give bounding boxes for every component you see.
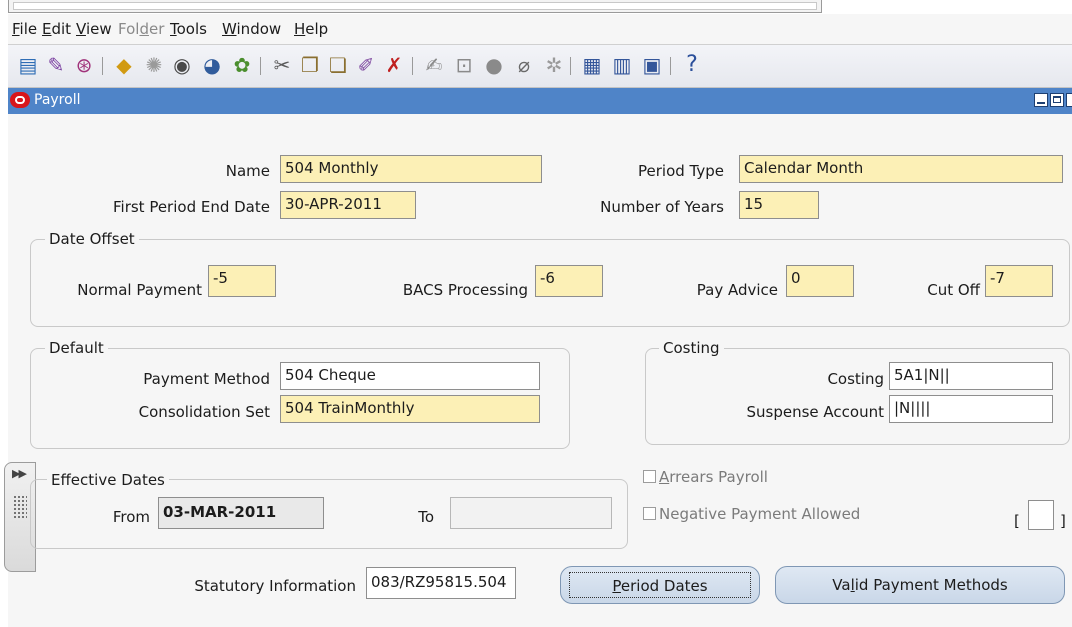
translations-icon: ● [485, 53, 503, 77]
minimize-icon[interactable] [1034, 93, 1048, 107]
statutory-information-label: Statutory Information [194, 577, 356, 595]
consolidation-set-field[interactable]: 504 TrainMonthly [280, 395, 540, 423]
next-step-icon: ✺ [145, 53, 163, 77]
negative-payment-allowed-checkbox[interactable]: Negative Payment Allowed [643, 505, 860, 523]
menu-edit[interactable]: Edit [42, 20, 71, 38]
background-window-frame [8, 0, 822, 13]
menu-help[interactable]: Help [294, 20, 328, 38]
copy-icon[interactable]: ❐ [298, 53, 322, 77]
help-icon[interactable]: ? [680, 53, 704, 77]
checkbox-icon [643, 507, 656, 520]
date-offset-title: Date Offset [45, 230, 139, 248]
statutory-information-field[interactable]: 083/RZ95815.504 [366, 567, 516, 599]
navigator-icon[interactable]: ⊛ [72, 53, 96, 77]
menu-file[interactable]: File [12, 20, 37, 38]
clear-record-icon[interactable]: ✐ [354, 53, 378, 77]
from-field[interactable]: 03-MAR-2011 [158, 497, 324, 529]
expand-icon: ▶▶ [12, 467, 27, 480]
oracle-logo-icon [10, 92, 30, 108]
arrears-payroll-checkbox[interactable]: Arrears Payroll [643, 468, 768, 486]
delete-record-icon[interactable]: ✗ [382, 53, 406, 77]
bacs-processing-label: BACS Processing [402, 281, 528, 299]
switch-responsibility-icon[interactable]: ✿ [230, 53, 254, 77]
menu-window[interactable]: Window [222, 20, 281, 38]
normal-payment-field[interactable]: -5 [208, 265, 276, 297]
save-icon[interactable]: ◆ [112, 53, 136, 77]
summary-icon[interactable]: ▣ [640, 53, 664, 77]
to-label: To [418, 508, 434, 526]
suspense-account-label: Suspense Account [746, 403, 884, 421]
costing-title: Costing [659, 339, 724, 357]
grip-icon [13, 495, 27, 519]
calendar-alt-icon[interactable]: ▥ [610, 53, 634, 77]
effective-dates-title: Effective Dates [47, 471, 169, 489]
to-field[interactable] [450, 497, 612, 529]
default-title: Default [45, 339, 108, 357]
close-icon[interactable] [1066, 93, 1072, 107]
number-of-years-field[interactable]: 15 [739, 191, 819, 219]
zoom-icon: ⊡ [455, 53, 473, 77]
descriptive-flexfield[interactable] [1028, 500, 1054, 530]
print-icon[interactable]: ◉ [170, 53, 194, 77]
name-label: Name [225, 162, 270, 180]
payment-method-label: Payment Method [143, 370, 270, 388]
number-of-years-label: Number of Years [600, 198, 724, 216]
background-window-strip [0, 0, 1072, 14]
bacs-processing-field[interactable]: -6 [535, 265, 603, 297]
new-record-icon[interactable]: ▤ [16, 53, 40, 77]
menu-bar: File Edit View Folder Tools Window Help [8, 14, 1072, 44]
first-period-end-date-field[interactable]: 30-APR-2011 [280, 191, 416, 219]
attachments-icon[interactable]: ⌀ [512, 53, 536, 77]
dff-close-bracket: ] [1060, 512, 1066, 530]
costing-field[interactable]: 5A1|N|| [889, 362, 1053, 390]
costing-label: Costing [827, 370, 884, 388]
period-type-label: Period Type [638, 162, 724, 180]
consolidation-set-label: Consolidation Set [138, 403, 270, 421]
close-form-icon[interactable]: ◕ [200, 53, 224, 77]
checkbox-icon [643, 470, 656, 483]
menu-tools[interactable]: Tools [170, 20, 207, 38]
cut-off-field[interactable]: -7 [985, 265, 1053, 297]
valid-payment-methods-button[interactable]: Valid Payment Methods [775, 566, 1065, 604]
dff-open-bracket: [ [1014, 512, 1020, 530]
cut-off-label: Cut Off [927, 281, 980, 299]
name-field[interactable]: 504 Monthly [280, 155, 542, 183]
calendar-icon[interactable]: ▦ [580, 53, 604, 77]
period-dates-button[interactable]: Period Dates [560, 566, 760, 604]
suspense-account-field[interactable]: |N|||| [889, 395, 1053, 423]
payment-method-field[interactable]: 504 Cheque [280, 362, 540, 390]
from-label: From [112, 508, 150, 526]
window-title: Payroll [34, 92, 81, 108]
window-title-bar: Payroll [8, 88, 1072, 114]
cut-icon[interactable]: ✂ [270, 53, 294, 77]
maximize-icon[interactable] [1050, 93, 1064, 107]
period-type-field[interactable]: Calendar Month [739, 155, 1063, 183]
menu-folder: Folder [118, 20, 165, 38]
find-icon[interactable]: ✎ [44, 53, 68, 77]
toolbar: ▤ ✎ ⊛ ◆ ✺ ◉ ◕ ✿ ✂ ❐ ❏ ✐ ✗ ✍ ⊡ ● ⌀ ✲ ▦ ▥ … [8, 44, 1072, 88]
folder-tools-icon: ✲ [545, 53, 563, 77]
paste-icon[interactable]: ❏ [326, 53, 350, 77]
pay-advice-label: Pay Advice [696, 281, 778, 299]
edit-field-icon: ✍ [425, 53, 443, 77]
normal-payment-label: Normal Payment [77, 281, 202, 299]
menu-view[interactable]: View [76, 20, 112, 38]
pay-advice-field[interactable]: 0 [786, 265, 854, 297]
first-period-end-date-label: First Period End Date [112, 198, 270, 216]
